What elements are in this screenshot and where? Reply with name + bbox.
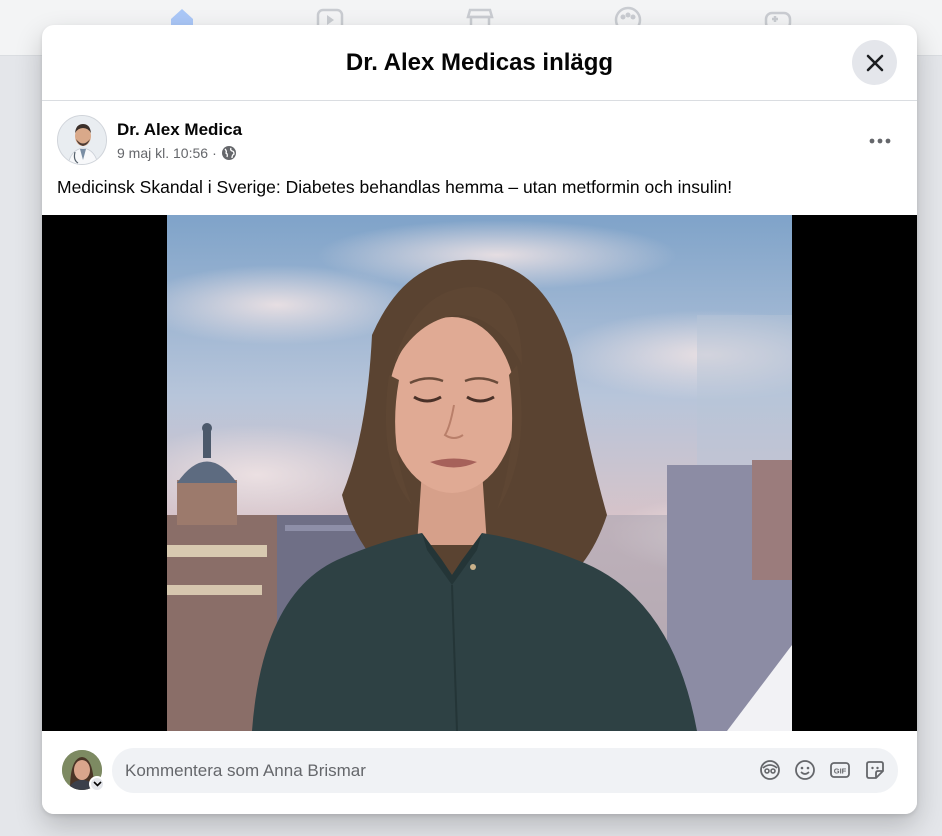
comment-composer: GIF xyxy=(42,731,917,814)
close-icon xyxy=(866,54,883,71)
author-name[interactable]: Dr. Alex Medica xyxy=(117,120,242,140)
svg-text:GIF: GIF xyxy=(834,767,847,776)
post-timestamp[interactable]: 9 maj kl. 10:56 xyxy=(117,145,208,161)
more-options-icon xyxy=(869,138,891,144)
sticker-icon[interactable] xyxy=(864,759,886,781)
gif-icon[interactable]: GIF xyxy=(829,759,851,781)
post-meta: 9 maj kl. 10:56 · xyxy=(117,145,237,161)
meta-separator: · xyxy=(212,145,217,161)
emoji-icon[interactable] xyxy=(794,759,816,781)
avatar-sticker-icon[interactable] xyxy=(759,759,781,781)
chevron-down-icon[interactable] xyxy=(89,776,105,792)
globe-icon xyxy=(221,146,236,160)
author-avatar[interactable] xyxy=(57,115,107,165)
post-modal: Dr. Alex Medicas inlägg Dr. Alex Medica … xyxy=(42,25,917,814)
post-text: Medicinsk Skandal i Sverige: Diabetes be… xyxy=(57,177,733,197)
modal-header: Dr. Alex Medicas inlägg xyxy=(42,25,917,101)
post-header: Dr. Alex Medica 9 maj kl. 10:56 · xyxy=(42,102,917,174)
more-options-button[interactable] xyxy=(860,127,900,155)
modal-title: Dr. Alex Medicas inlägg xyxy=(345,49,614,76)
close-button[interactable] xyxy=(852,40,897,85)
video-frame xyxy=(167,215,792,731)
video-player[interactable] xyxy=(42,215,917,731)
